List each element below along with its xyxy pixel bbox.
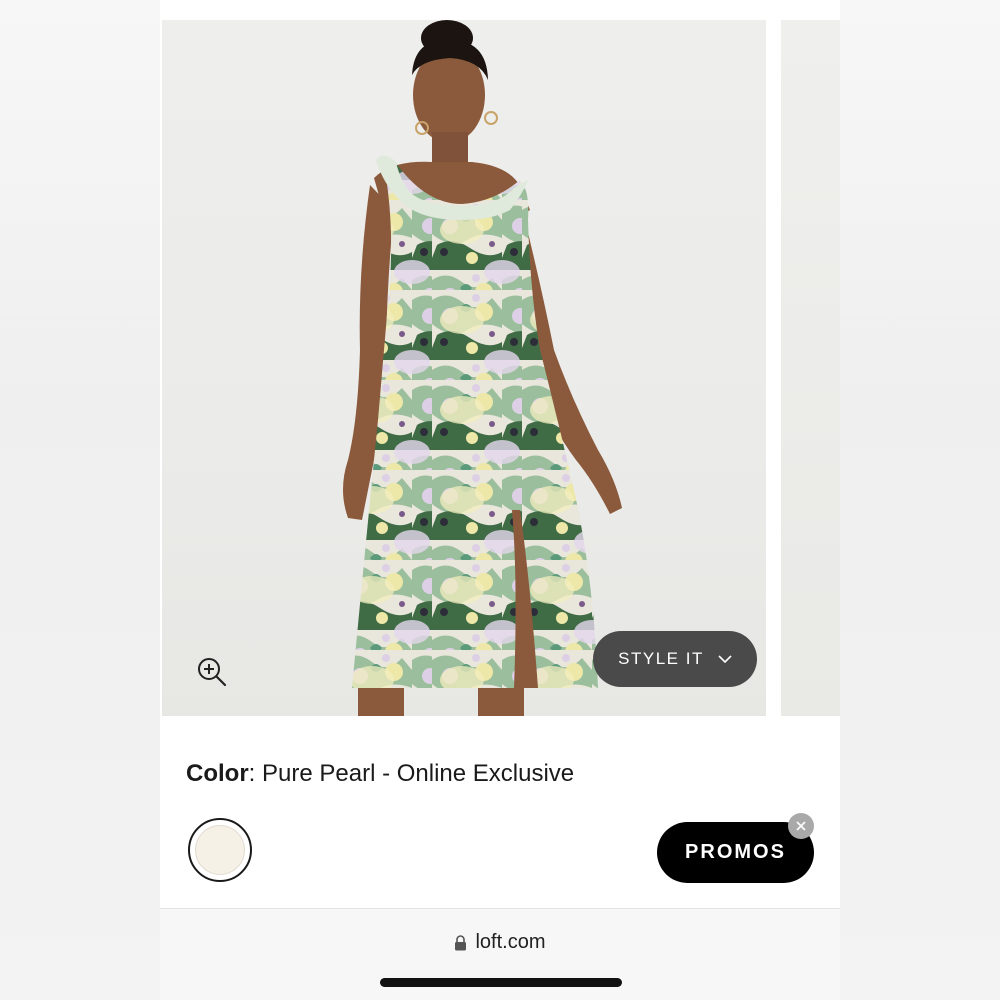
- product-image-main[interactable]: STYLE IT: [162, 20, 766, 716]
- promos-label: PROMOS: [685, 841, 786, 863]
- background-right: [840, 0, 1000, 1000]
- model-photo: [343, 20, 622, 716]
- mobile-screen: STYLE IT Color: Pure Pearl - Online Excl…: [160, 0, 840, 1000]
- color-swatch-pure-pearl[interactable]: [188, 818, 252, 882]
- product-image-next-peek[interactable]: [781, 20, 840, 716]
- swatch-fill: [195, 825, 245, 875]
- lock-icon: [455, 934, 467, 950]
- url-display[interactable]: loft.com: [160, 931, 840, 954]
- promos-close-button[interactable]: [788, 813, 814, 839]
- color-key: Color: [186, 760, 249, 787]
- background-left: [0, 0, 160, 1000]
- url-text: loft.com: [475, 931, 546, 953]
- style-it-button[interactable]: STYLE IT: [593, 631, 757, 687]
- style-it-label: STYLE IT: [618, 649, 704, 668]
- color-selection-label: Color: Pure Pearl - Online Exclusive: [186, 760, 574, 788]
- zoom-in-icon: [198, 658, 227, 687]
- product-image-carousel[interactable]: STYLE IT: [160, 20, 840, 716]
- color-value: : Pure Pearl - Online Exclusive: [248, 760, 575, 787]
- close-icon: [796, 821, 806, 831]
- zoom-button[interactable]: [196, 656, 228, 688]
- home-indicator[interactable]: [380, 978, 622, 987]
- chevron-down-icon: [718, 655, 732, 664]
- browser-address-bar: loft.com: [160, 908, 840, 1000]
